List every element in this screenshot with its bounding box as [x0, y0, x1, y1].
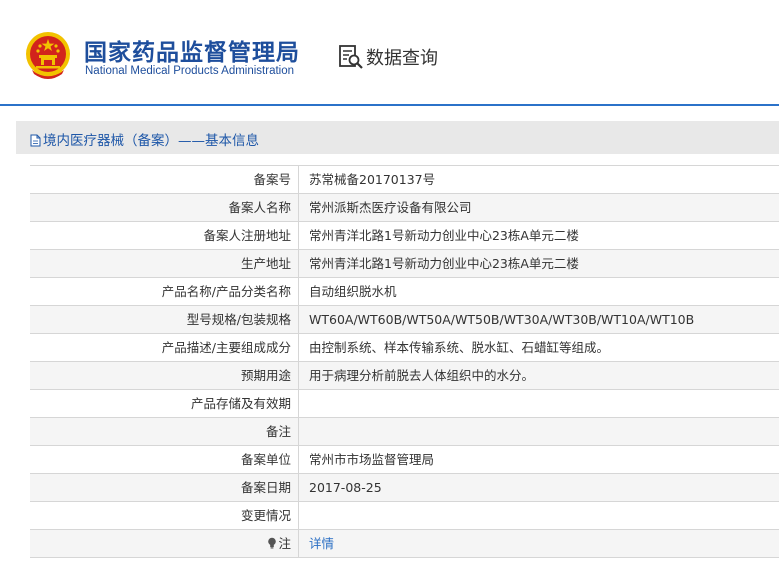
table-row: 变更情况 — [30, 502, 779, 530]
info-table: 备案号 苏常械备20170137号 备案人名称 常州派斯杰医疗设备有限公司 备案… — [30, 165, 779, 558]
table-row: 备案号 苏常械备20170137号 — [30, 166, 779, 194]
row-label: 备注 — [30, 418, 299, 445]
row-label: 产品名称/产品分类名称 — [30, 278, 299, 305]
row-value: 常州青洋北路1号新动力创业中心23栋A单元二楼 — [309, 256, 579, 271]
header-divider — [0, 104, 779, 106]
panel-title-text: 境内医疗器械（备案）——基本信息 — [43, 133, 259, 149]
note-label: 注 — [278, 536, 291, 551]
table-row: 型号规格/包装规格 WT60A/WT60B/WT50A/WT50B/WT30A/… — [30, 306, 779, 334]
row-value: 常州市市场监督管理局 — [309, 452, 435, 467]
row-label: 备案单位 — [30, 446, 299, 473]
table-row: 预期用途 用于病理分析前脱去人体组织中的水分。 — [30, 362, 779, 390]
row-label: 产品描述/主要组成成分 — [30, 334, 299, 361]
table-row: 备案人注册地址 常州青洋北路1号新动力创业中心23栋A单元二楼 — [30, 222, 779, 250]
row-label: 产品存储及有效期 — [30, 390, 299, 417]
table-row: 产品描述/主要组成成分 由控制系统、样本传输系统、脱水缸、石蜡缸等组成。 — [30, 334, 779, 362]
agency-name-cn: 国家药品监督管理局 — [84, 40, 300, 66]
table-row: 注 详情 — [30, 530, 779, 558]
table-row: 备注 — [30, 418, 779, 446]
row-value: 常州派斯杰医疗设备有限公司 — [309, 200, 472, 215]
row-value: 用于病理分析前脱去人体组织中的水分。 — [309, 368, 535, 383]
row-label: 备案人注册地址 — [30, 222, 299, 249]
table-row: 备案单位 常州市市场监督管理局 — [30, 446, 779, 474]
row-value: 2017-08-25 — [309, 480, 382, 495]
row-label: 备案号 — [30, 166, 299, 193]
row-value: 由控制系统、样本传输系统、脱水缸、石蜡缸等组成。 — [309, 340, 610, 355]
table-row: 产品名称/产品分类名称 自动组织脱水机 — [30, 278, 779, 306]
panel-header: 境内医疗器械（备案）——基本信息 — [16, 121, 779, 154]
table-row: 生产地址 常州青洋北路1号新动力创业中心23栋A单元二楼 — [30, 250, 779, 278]
row-label: 变更情况 — [30, 502, 299, 529]
row-label: 备案日期 — [30, 474, 299, 501]
table-row: 产品存储及有效期 — [30, 390, 779, 418]
row-value — [299, 390, 779, 417]
row-value: 自动组织脱水机 — [309, 284, 397, 299]
document-search-icon[interactable] — [338, 44, 364, 70]
details-link[interactable]: 详情 — [299, 530, 779, 557]
row-label: 预期用途 — [30, 362, 299, 389]
row-label-note: 注 — [30, 530, 299, 557]
row-value — [299, 418, 779, 445]
row-value: 苏常械备20170137号 — [309, 172, 436, 187]
row-value: WT60A/WT60B/WT50A/WT50B/WT30A/WT30B/WT10… — [309, 312, 695, 327]
row-label: 生产地址 — [30, 250, 299, 277]
panel-title: 境内医疗器械（备案）——基本信息 — [30, 129, 259, 149]
lightbulb-icon — [268, 537, 277, 549]
row-label: 备案人名称 — [30, 194, 299, 221]
row-value — [299, 502, 779, 529]
table-row: 备案人名称 常州派斯杰医疗设备有限公司 — [30, 194, 779, 222]
national-emblem-icon[interactable] — [24, 30, 72, 80]
row-value: 常州青洋北路1号新动力创业中心23栋A单元二楼 — [309, 228, 579, 243]
site-header: 国家药品监督管理局 National Medical Products Admi… — [0, 0, 779, 106]
agency-name-en: National Medical Products Administration — [85, 65, 295, 77]
data-query-link[interactable]: 数据查询 — [366, 44, 438, 70]
row-label: 型号规格/包装规格 — [30, 306, 299, 333]
table-row: 备案日期 2017-08-25 — [30, 474, 779, 502]
document-icon — [30, 134, 41, 147]
